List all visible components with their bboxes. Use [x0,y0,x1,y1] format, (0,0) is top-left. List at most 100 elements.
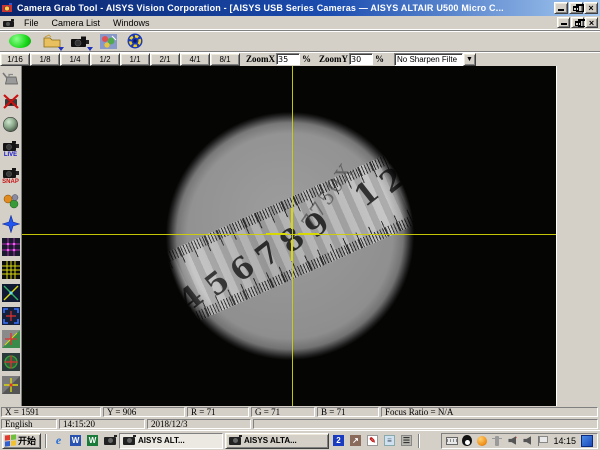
blue-star-button[interactable] [1,213,21,235]
status-x-coordinate: X = 1591 [1,407,101,417]
magenta-grid-icon [2,238,20,256]
stack-app-icon[interactable]: ☰ [399,434,414,448]
network-monitor-tray-icon[interactable] [581,435,593,447]
restore-button[interactable] [569,2,583,14]
zoom-1-16-button[interactable]: 1/16 [0,53,30,66]
keyboard-tray-icon[interactable] [446,435,458,447]
status-y-coordinate: Y = 906 [103,407,185,417]
media-app-icon[interactable]: W [85,434,100,448]
usb-device-tray-icon[interactable] [491,435,503,447]
circle-cross-button[interactable] [1,351,21,373]
aperture-button[interactable] [123,32,147,50]
camera-disconnect-icon [2,93,20,110]
zoom-1-8-button[interactable]: 1/8 [30,53,60,66]
child-close-button[interactable]: × [585,17,598,28]
taskbar-separator [45,434,47,448]
yellow-grid-icon [2,261,20,279]
yellow-grid-button[interactable] [1,259,21,281]
sharpen-filter-dropdown[interactable]: No Sharpen Filte ▼ [394,53,476,66]
child-restore-button[interactable] [571,17,584,28]
camera-disconnect-button[interactable] [1,90,21,112]
desktop: Camera Grab Tool - AISYS Vision Corporat… [0,0,600,450]
color-balls-button[interactable] [1,190,21,212]
center-frame-button[interactable] [1,305,21,327]
color-adjust-button[interactable] [96,32,120,50]
camera-image-view[interactable]: 3 4 5 6 7 8 9 1 2 3 4 7750X [22,66,556,406]
red-app-icon[interactable]: ✎ [365,434,380,448]
launcher-arrow-icon[interactable]: ↗ [348,434,363,448]
title-bar[interactable]: Camera Grab Tool - AISYS Vision Corporat… [0,0,600,16]
zoomx-input[interactable] [276,53,300,65]
zoom-1-1-button[interactable]: 1/1 [120,53,150,66]
split-cross-button[interactable] [1,328,21,350]
taskbar-separator [418,434,420,448]
close-button[interactable]: × [584,2,598,14]
dropdown-arrow-button[interactable]: ▼ [463,53,476,66]
diagonal-cross-button[interactable] [1,282,21,304]
menu-file[interactable]: File [18,17,46,29]
camera-task-icon [229,437,241,445]
camera-app-icon[interactable] [102,434,117,448]
oil-can-button[interactable] [1,67,21,89]
flash-app-icon[interactable]: 2 [331,434,346,448]
sphere-icon [2,116,19,133]
taskbar-clock[interactable]: 14:15 [551,436,578,446]
live-label: LIVE [4,152,17,158]
start-label: 开始 [18,434,36,447]
zoom-2-1-button[interactable]: 2/1 [150,53,180,66]
zoom-1-2-button[interactable]: 1/2 [90,53,120,66]
taskbar-window-aisys-2[interactable]: AISYS ALTA... [225,433,329,449]
app-icon [2,3,14,13]
language-flag-tray-icon[interactable] [536,435,548,447]
crosshair-marker-right-arm [298,233,319,235]
menu-windows[interactable]: Windows [107,17,157,29]
sphere-button[interactable] [1,113,21,135]
info-bar: English 14:15:20 2018/12/3 [0,418,600,430]
child-window-icon[interactable] [2,18,16,28]
zoom-4-1-button[interactable]: 4/1 [180,53,210,66]
muted-speaker-tray-icon[interactable] [506,435,518,447]
workspace: LIVE SNAP [0,66,600,406]
color-adjust-icon [100,34,117,49]
taskbar-window-aisys-1[interactable]: AISYS ALT... [119,433,223,449]
menu-bar: File Camera List Windows × [0,16,600,30]
word-icon[interactable]: W [68,434,83,448]
internet-explorer-icon[interactable]: e [51,434,66,448]
orange-app-tray-icon[interactable] [476,435,488,447]
minimize-button[interactable] [554,2,568,14]
child-minimize-button[interactable] [557,17,570,28]
center-frame-icon [2,307,20,325]
oil-can-icon [2,70,20,86]
aperture-icon [127,33,143,49]
zoom-toolbar: 1/16 1/8 1/4 1/2 1/1 2/1 4/1 8/1 ZoomX %… [0,51,600,66]
snap-camera-icon [2,167,20,179]
window-title: Camera Grab Tool - AISYS Vision Corporat… [17,3,551,13]
qq-tray-icon[interactable] [461,435,473,447]
notepad-app-icon[interactable]: ≡ [382,434,397,448]
volume-tray-icon[interactable] [521,435,533,447]
zoomy-percent-label: % [375,54,384,64]
snap-button[interactable]: SNAP [1,163,21,189]
circle-cross-icon [2,353,20,371]
live-view-button[interactable]: LIVE [1,136,21,162]
gray-cross-button[interactable] [1,374,21,396]
menu-camera-list[interactable]: Camera List [46,17,108,29]
status-red-value: R = 71 [187,407,249,417]
zoom-1-4-button[interactable]: 1/4 [60,53,90,66]
open-file-button[interactable] [40,32,64,50]
status-blue-value: B = 71 [317,407,379,417]
windows-logo-icon [5,434,16,446]
camera-capture-button[interactable] [67,32,93,50]
main-toolbar [0,30,600,51]
sharpen-filter-value: No Sharpen Filte [394,53,463,66]
snap-label: SNAP [2,179,19,185]
connection-status-button[interactable] [3,32,37,50]
system-tray: 14:15 [441,433,598,449]
zoomy-input[interactable] [349,53,373,65]
vignette-overlay [22,66,556,406]
zoom-8-1-button[interactable]: 8/1 [210,53,240,66]
color-balls-icon [2,193,20,210]
crosshair-marker-left-arm [266,233,287,235]
magenta-grid-button[interactable] [1,236,21,258]
start-button[interactable]: 开始 [2,433,41,449]
